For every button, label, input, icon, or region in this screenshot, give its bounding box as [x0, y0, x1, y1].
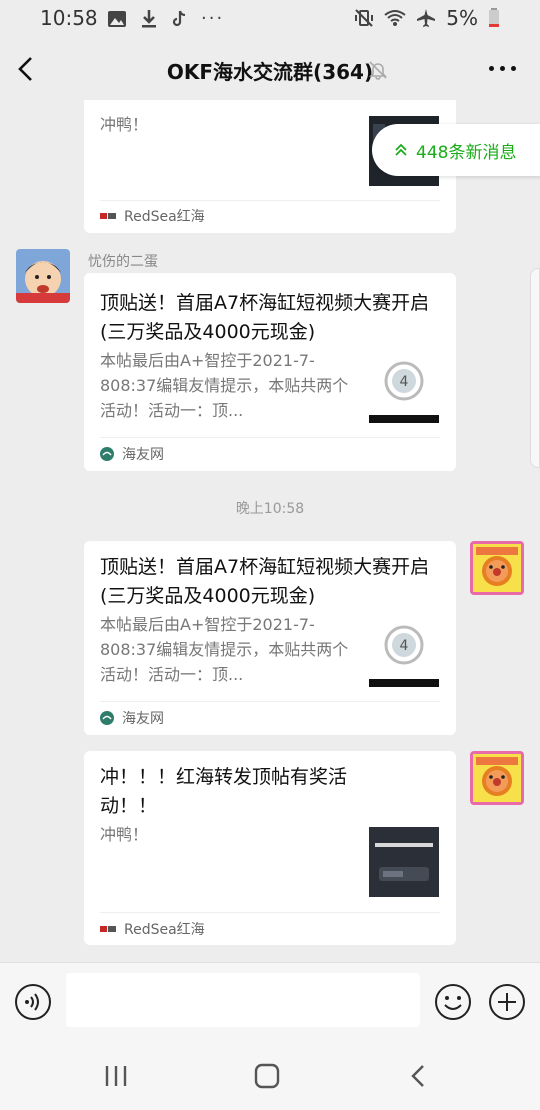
wifi-icon — [384, 10, 406, 26]
svg-text:4: 4 — [400, 638, 409, 654]
svg-text:4: 4 — [400, 374, 409, 390]
link-source: RedSea红海 — [124, 209, 205, 225]
link-card-title: 冲！！！红海转发顶帖有奖活动！！ — [100, 766, 348, 817]
link-card[interactable]: 顶贴送！首届A7杯海缸短视频大赛开启(三万奖品及4000元现金) 本帖最后由A+… — [84, 273, 456, 471]
haiyou-logo-icon — [100, 711, 114, 725]
home-icon[interactable] — [254, 1063, 280, 1089]
chat-title: OKF海水交流群(364) — [166, 60, 374, 84]
new-messages-label: 448条新消息 — [416, 142, 517, 163]
chat-header: OKF海水交流群(364) — [0, 38, 540, 100]
gallery-icon — [108, 10, 126, 27]
redsea-logo-icon — [100, 213, 116, 219]
link-source: RedSea红海 — [124, 922, 205, 938]
download-icon — [142, 9, 156, 27]
link-thumbnail — [369, 827, 439, 897]
message-input[interactable] — [66, 973, 420, 1027]
haiyou-logo-icon — [100, 447, 114, 461]
status-bar: 10:58 ··· 5% — [0, 0, 540, 38]
redsea-logo-icon — [100, 926, 116, 932]
my-avatar[interactable] — [470, 751, 524, 805]
link-source: 海友网 — [122, 447, 164, 463]
mute-bell-icon — [369, 61, 387, 80]
recent-apps-icon[interactable] — [103, 1063, 129, 1089]
double-chevron-up-icon — [395, 143, 407, 156]
new-messages-button[interactable]: 448条新消息 — [372, 124, 540, 176]
input-bar — [0, 962, 540, 1042]
vibrate-mute-icon — [355, 9, 374, 27]
more-notifications-icon: ··· — [201, 8, 225, 29]
more-options-button[interactable] — [489, 66, 516, 71]
link-card-desc: 冲鸭！ — [100, 825, 149, 844]
link-card[interactable]: 冲！！！红海转发顶帖有奖活动！！ 冲鸭！ RedSea红海 — [84, 751, 456, 945]
sender-name: 忧伤的二蛋 — [88, 254, 158, 270]
battery-percent: 5% — [446, 6, 478, 30]
message-timestamp: 晚上10:58 — [235, 501, 305, 517]
tiktok-icon — [172, 10, 186, 26]
system-nav-bar — [0, 1042, 540, 1110]
sender-avatar[interactable] — [16, 249, 70, 303]
nav-back-icon[interactable] — [406, 1063, 432, 1089]
link-thumbnail: 4 — [369, 353, 439, 423]
link-card-title: 顶贴送！首届A7杯海缸短视频大赛开启(三万奖品及4000元现金) — [100, 292, 430, 343]
plus-icon[interactable] — [488, 983, 526, 1021]
airplane-icon — [417, 9, 436, 27]
link-card-title: 顶贴送！首届A7杯海缸短视频大赛开启(三万奖品及4000元现金) — [100, 556, 430, 607]
link-thumbnail: 4 — [369, 617, 439, 687]
link-card[interactable]: 顶贴送！首届A7杯海缸短视频大赛开启(三万奖品及4000元现金) 本帖最后由A+… — [84, 541, 456, 735]
link-card-desc: 本帖最后由A+智控于2021-7-808:37编辑友情提示，本贴共两个活动！活动… — [100, 615, 349, 684]
emoji-icon[interactable] — [434, 983, 472, 1021]
link-card-desc: 本帖最后由A+智控于2021-7-808:37编辑友情提示，本贴共两个活动！活动… — [100, 351, 349, 420]
voice-input-icon[interactable] — [14, 983, 52, 1021]
link-source: 海友网 — [122, 711, 164, 727]
battery-icon — [489, 8, 499, 27]
my-avatar[interactable] — [470, 541, 524, 595]
scroll-handle[interactable] — [530, 268, 540, 468]
status-time: 10:58 — [40, 6, 98, 30]
link-card-desc: 冲鸭！ — [100, 115, 149, 134]
